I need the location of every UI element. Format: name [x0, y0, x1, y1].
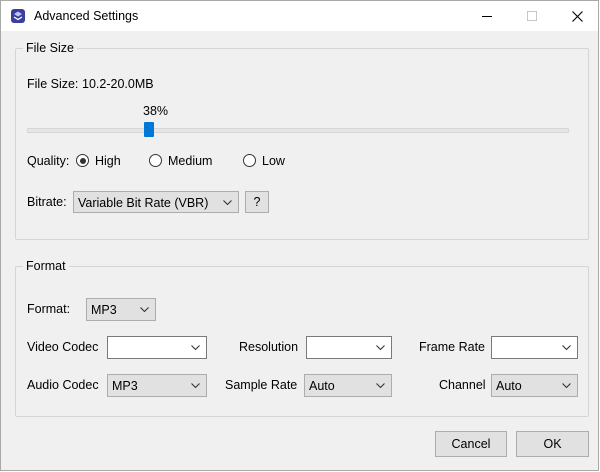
quality-low-label[interactable]: Low	[262, 154, 285, 168]
frame-rate-label: Frame Rate	[419, 340, 485, 354]
minimize-icon	[482, 16, 492, 17]
video-codec-select[interactable]	[107, 336, 207, 359]
file-size-value: 10.2-20.0MB	[82, 77, 154, 91]
quality-label: Quality:	[27, 154, 70, 168]
quality-medium-label[interactable]: Medium	[168, 154, 212, 168]
bitrate-select[interactable]: Variable Bit Rate (VBR)	[73, 191, 239, 213]
bitrate-select-value: Variable Bit Rate (VBR)	[78, 196, 209, 210]
cancel-button-label: Cancel	[451, 437, 491, 451]
chevron-down-icon	[562, 383, 571, 389]
window-title: Advanced Settings	[34, 9, 139, 23]
minimize-button[interactable]	[464, 1, 510, 31]
sample-rate-select-value: Auto	[309, 379, 335, 393]
file-size-slider-thumb[interactable]	[144, 122, 154, 137]
chevron-down-icon	[562, 345, 571, 351]
app-logo-icon	[10, 8, 26, 24]
sample-rate-select[interactable]: Auto	[304, 374, 392, 397]
chevron-down-icon	[376, 345, 385, 351]
channel-label: Channel	[439, 378, 486, 392]
video-codec-label: Video Codec	[27, 340, 99, 354]
resolution-label: Resolution	[239, 340, 299, 354]
channel-select[interactable]: Auto	[491, 374, 578, 397]
file-size-label: File Size:	[27, 77, 79, 91]
format-select-value: MP3	[91, 303, 117, 317]
audio-codec-select[interactable]: MP3	[107, 374, 207, 397]
quality-high-radio[interactable]	[76, 154, 89, 167]
format-legend: Format	[26, 259, 66, 273]
maximize-icon	[527, 11, 537, 21]
frame-rate-select[interactable]	[491, 336, 578, 359]
channel-select-value: Auto	[496, 379, 522, 393]
bitrate-help-button[interactable]: ?	[245, 191, 269, 213]
format-select[interactable]: MP3	[86, 298, 156, 321]
slider-percent-label: 38%	[143, 104, 169, 118]
chevron-down-icon	[191, 383, 200, 389]
close-icon	[571, 10, 583, 22]
advanced-settings-window: Advanced Settings File Size File Size: 1…	[0, 0, 599, 471]
audio-codec-select-value: MP3	[112, 379, 138, 393]
chevron-down-icon	[223, 200, 232, 206]
cancel-button[interactable]: Cancel	[435, 431, 507, 457]
file-size-slider-track[interactable]	[27, 128, 569, 133]
format-label: Format:	[27, 302, 71, 316]
chevron-down-icon	[376, 383, 385, 389]
maximize-button[interactable]	[509, 1, 555, 31]
chevron-down-icon	[191, 345, 200, 351]
quality-low-radio[interactable]	[243, 154, 256, 167]
sample-rate-label: Sample Rate	[225, 378, 298, 392]
chevron-down-icon	[140, 307, 149, 313]
close-button[interactable]	[554, 1, 600, 31]
ok-button-label: OK	[543, 437, 562, 451]
file-size-legend: File Size	[26, 41, 74, 55]
quality-medium-radio[interactable]	[149, 154, 162, 167]
resolution-select[interactable]	[306, 336, 392, 359]
audio-codec-label: Audio Codec	[27, 378, 99, 392]
help-button-label: ?	[253, 195, 261, 209]
bitrate-label: Bitrate:	[27, 195, 67, 209]
quality-high-label[interactable]: High	[95, 154, 121, 168]
ok-button[interactable]: OK	[516, 431, 589, 457]
title-bar[interactable]: Advanced Settings	[1, 1, 598, 31]
